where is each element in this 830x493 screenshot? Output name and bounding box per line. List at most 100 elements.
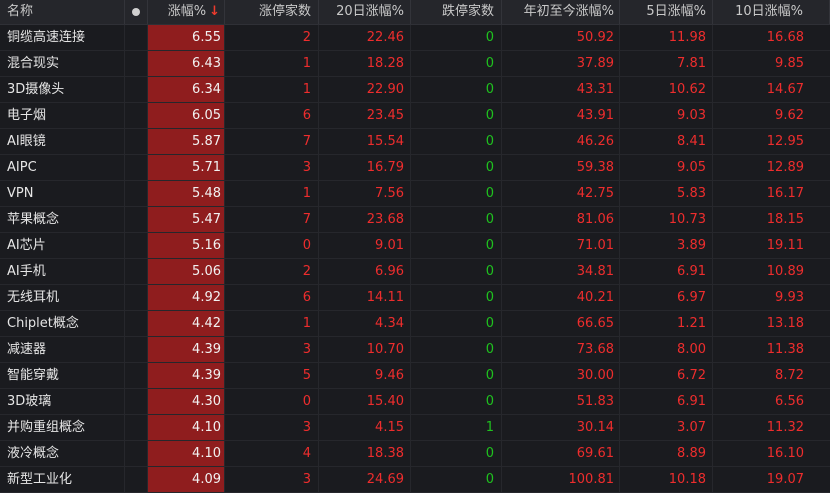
- cell-ytd: 42.75: [502, 181, 620, 206]
- cell-limit-up: 3: [225, 155, 319, 180]
- cell-limit-down: 0: [411, 337, 502, 362]
- cell-20d: 15.40: [319, 389, 411, 414]
- cell-name: 无线耳机: [0, 285, 125, 310]
- sort-descending-icon[interactable]: ↓: [209, 4, 220, 19]
- table-row[interactable]: 并购重组概念 4.10 3 4.15 1 30.14 3.07 11.32: [0, 415, 830, 441]
- table-row[interactable]: 无线耳机 4.92 6 14.11 0 40.21 6.97 9.93: [0, 285, 830, 311]
- cell-10d: 9.85: [775, 56, 804, 71]
- cell-10d: 14.67: [766, 82, 804, 97]
- cell-5d: 8.89: [620, 441, 713, 466]
- table-row[interactable]: 3D玻璃 4.30 0 15.40 0 51.83 6.91 6.56: [0, 389, 830, 415]
- cell-limit-up: 3: [225, 467, 319, 492]
- column-header-10d[interactable]: 10日涨幅%: [713, 0, 830, 24]
- cell-ytd: 30.00: [502, 363, 620, 388]
- cell-limit-down: 0: [411, 103, 502, 128]
- cell-pct: 4.39: [148, 337, 225, 362]
- cell-marker: [125, 467, 148, 492]
- sector-quote-table: 名称 涨幅% ↓ 涨停家数 20日涨幅% 跌停家数 年初至今涨幅% 5日涨幅% 1…: [0, 0, 830, 493]
- table-row[interactable]: 电子烟 6.05 6 23.45 0 43.91 9.03 9.62: [0, 103, 830, 129]
- cell-marker: [125, 285, 148, 310]
- cell-20d: 4.15: [319, 415, 411, 440]
- cell-ytd: 37.89: [502, 51, 620, 76]
- cell-5d: 6.97: [620, 285, 713, 310]
- table-row[interactable]: 减速器 4.39 3 10.70 0 73.68 8.00 11.38: [0, 337, 830, 363]
- cell-marker: [125, 337, 148, 362]
- cell-pct: 6.05: [148, 103, 225, 128]
- cell-10d: 11.32: [766, 420, 804, 435]
- cell-name: 3D摄像头: [0, 77, 125, 102]
- cell-5d: 3.89: [620, 233, 713, 258]
- column-header-marker[interactable]: [125, 0, 148, 24]
- table-row[interactable]: 智能穿戴 4.39 5 9.46 0 30.00 6.72 8.72: [0, 363, 830, 389]
- cell-pct: 6.43: [148, 51, 225, 76]
- cell-20d: 24.69: [319, 467, 411, 492]
- table-row[interactable]: AIPC 5.71 3 16.79 0 59.38 9.05 12.89: [0, 155, 830, 181]
- cell-5d: 11.98: [620, 25, 713, 50]
- cell-marker: [125, 77, 148, 102]
- cell-5d: 6.91: [620, 259, 713, 284]
- table-row[interactable]: 新型工业化 4.09 3 24.69 0 100.81 10.18 19.07: [0, 467, 830, 493]
- table-row[interactable]: AI手机 5.06 2 6.96 0 34.81 6.91 10.89: [0, 259, 830, 285]
- cell-name: 智能穿戴: [0, 363, 125, 388]
- cell-marker: [125, 25, 148, 50]
- cell-20d: 6.96: [319, 259, 411, 284]
- cell-10d: 6.56: [775, 394, 804, 409]
- table-body: 铜缆高速连接 6.55 2 22.46 0 50.92 11.98 16.68 混合现实 6.43…: [0, 25, 830, 493]
- cell-limit-up: 1: [225, 181, 319, 206]
- table-row[interactable]: 3D摄像头 6.34 1 22.90 0 43.31 10.62 14.67: [0, 77, 830, 103]
- cell-ytd: 34.81: [502, 259, 620, 284]
- column-header-name[interactable]: 名称: [0, 0, 125, 24]
- table-row[interactable]: AI眼镜 5.87 7 15.54 0 46.26 8.41 12.95: [0, 129, 830, 155]
- cell-limit-down: 0: [411, 467, 502, 492]
- table-row[interactable]: 混合现实 6.43 1 18.28 0 37.89 7.81 9.85: [0, 51, 830, 77]
- cell-limit-up: 6: [225, 285, 319, 310]
- cell-limit-up: 4: [225, 441, 319, 466]
- table-row[interactable]: VPN 5.48 1 7.56 0 42.75 5.83 16.17: [0, 181, 830, 207]
- column-header-20d[interactable]: 20日涨幅%: [319, 0, 411, 24]
- table-row[interactable]: Chiplet概念 4.42 1 4.34 0 66.65 1.21 13.18: [0, 311, 830, 337]
- cell-name: AI眼镜: [0, 129, 125, 154]
- table-row[interactable]: AI芯片 5.16 0 9.01 0 71.01 3.89 19.11: [0, 233, 830, 259]
- cell-5d: 10.73: [620, 207, 713, 232]
- cell-5d: 10.62: [620, 77, 713, 102]
- column-header-ytd-label: 年初至今涨幅%: [523, 4, 614, 19]
- cell-ytd: 51.83: [502, 389, 620, 414]
- column-header-pct[interactable]: 涨幅% ↓: [148, 0, 225, 24]
- cell-ytd: 81.06: [502, 207, 620, 232]
- cell-marker: [125, 129, 148, 154]
- cell-5d: 8.00: [620, 337, 713, 362]
- cell-limit-up: 7: [225, 129, 319, 154]
- cell-marker: [125, 181, 148, 206]
- cell-ytd: 69.61: [502, 441, 620, 466]
- column-header-5d[interactable]: 5日涨幅%: [620, 0, 713, 24]
- cell-limit-down: 0: [411, 389, 502, 414]
- table-row[interactable]: 苹果概念 5.47 7 23.68 0 81.06 10.73 18.15: [0, 207, 830, 233]
- cell-10d: 19.11: [766, 238, 804, 253]
- cell-ytd: 40.21: [502, 285, 620, 310]
- cell-name: Chiplet概念: [0, 311, 125, 336]
- column-header-20d-label: 20日涨幅%: [336, 4, 404, 19]
- cell-pct: 4.42: [148, 311, 225, 336]
- cell-pct: 4.30: [148, 389, 225, 414]
- cell-name: 减速器: [0, 337, 125, 362]
- cell-20d: 9.01: [319, 233, 411, 258]
- cell-ytd: 43.31: [502, 77, 620, 102]
- cell-10d: 19.07: [766, 472, 804, 487]
- cell-pct: 4.09: [148, 467, 225, 492]
- column-header-limit-up-label: 涨停家数: [258, 4, 311, 19]
- column-header-ytd[interactable]: 年初至今涨幅%: [502, 0, 620, 24]
- column-header-limit-down[interactable]: 跌停家数: [411, 0, 502, 24]
- cell-20d: 22.90: [319, 77, 411, 102]
- cell-limit-down: 0: [411, 259, 502, 284]
- cell-name: 铜缆高速连接: [0, 25, 125, 50]
- cell-limit-down: 0: [411, 129, 502, 154]
- cell-ytd: 66.65: [502, 311, 620, 336]
- cell-ytd: 100.81: [502, 467, 620, 492]
- table-row[interactable]: 液冷概念 4.10 4 18.38 0 69.61 8.89 16.10: [0, 441, 830, 467]
- cell-20d: 10.70: [319, 337, 411, 362]
- table-row[interactable]: 铜缆高速连接 6.55 2 22.46 0 50.92 11.98 16.68: [0, 25, 830, 51]
- cell-limit-up: 2: [225, 259, 319, 284]
- cell-pct: 5.87: [148, 129, 225, 154]
- cell-name: AI手机: [0, 259, 125, 284]
- column-header-limit-up[interactable]: 涨停家数: [225, 0, 319, 24]
